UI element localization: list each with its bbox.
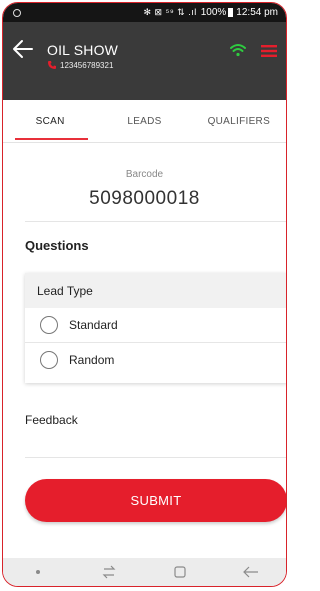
barcode-label: Barcode: [125, 169, 164, 180]
radio-label: Standard: [69, 318, 118, 332]
notification-icon: [13, 8, 21, 17]
clock: 12:54 pm: [236, 7, 278, 18]
battery-percent: 100%: [200, 7, 227, 18]
lead-type-label: Lead Type: [25, 273, 286, 308]
battery-icon: [228, 8, 234, 17]
tab-qualifiers[interactable]: QUALIFIERS: [192, 100, 286, 142]
tab-bar: SCAN LEADS QUALIFIERS: [3, 100, 286, 143]
radio-label: Random: [69, 353, 115, 367]
android-nav-bar: [3, 558, 286, 586]
phone-number: 123456789321: [60, 60, 114, 70]
signal-icons: ✻ ⊠ ⁵⁹ ⇅ .ıl: [143, 7, 197, 17]
questions-heading: Questions: [25, 238, 89, 253]
nav-dot-icon[interactable]: [26, 563, 50, 581]
back-nav-icon[interactable]: [239, 563, 263, 581]
phone-icon: [48, 61, 56, 69]
device-frame: ✻ ⊠ ⁵⁹ ⇅ .ıl 100% 12:54 pm OIL SHOW 1234…: [2, 2, 287, 587]
radio-option-random[interactable]: Random: [25, 343, 286, 377]
menu-icon[interactable]: [261, 45, 277, 57]
radio-option-standard[interactable]: Standard: [25, 308, 286, 343]
phone-row: 123456789321: [48, 60, 114, 70]
lead-type-card: Lead Type Standard Random: [25, 273, 286, 383]
recent-apps-icon[interactable]: [97, 563, 121, 581]
feedback-input-line[interactable]: [25, 457, 286, 458]
radio-button[interactable]: [40, 316, 58, 334]
divider: [25, 221, 286, 222]
submit-button[interactable]: SUBMIT: [25, 479, 286, 522]
radio-button[interactable]: [40, 351, 58, 369]
tab-leads[interactable]: LEADS: [97, 100, 191, 142]
wifi-icon: [230, 44, 246, 57]
home-icon[interactable]: [168, 563, 192, 581]
back-arrow-icon[interactable]: [12, 38, 34, 60]
status-bar: ✻ ⊠ ⁵⁹ ⇅ .ıl 100% 12:54 pm: [3, 3, 286, 22]
app-title: OIL SHOW: [47, 42, 119, 58]
barcode-value: 5098000018: [89, 188, 200, 209]
active-tab-indicator: [15, 138, 88, 140]
tab-scan[interactable]: SCAN: [3, 100, 97, 142]
app-bar: OIL SHOW 123456789321: [3, 22, 286, 100]
scan-panel: Barcode 5098000018 Questions Lead Type S…: [3, 143, 286, 580]
feedback-label: Feedback: [25, 413, 78, 427]
